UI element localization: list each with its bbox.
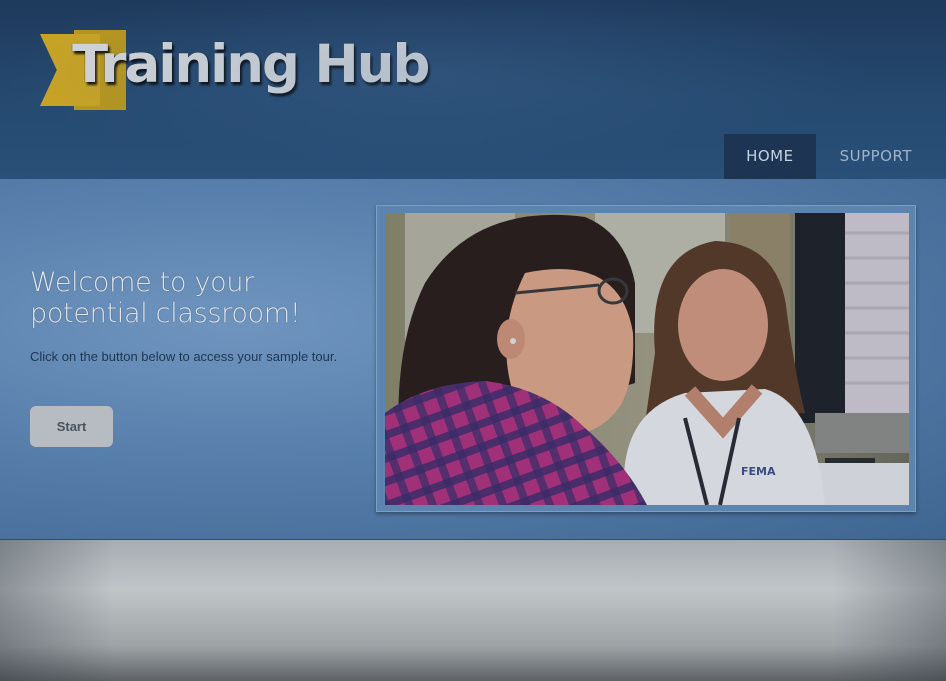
hero-title: Welcome to your potential classroom!	[30, 267, 301, 329]
main-nav: HOME SUPPORT	[724, 134, 936, 179]
hero-section: Welcome to your potential classroom! Cli…	[0, 179, 946, 540]
site-header: Training Hub HOME SUPPORT	[0, 0, 946, 179]
classroom-photo: FEMA	[385, 213, 909, 505]
training-hub-logo[interactable]: Training Hub	[40, 30, 430, 112]
page-footer	[0, 540, 946, 681]
logo-text: Training Hub	[72, 34, 430, 95]
nav-home[interactable]: HOME	[724, 134, 816, 179]
nav-support[interactable]: SUPPORT	[816, 134, 936, 179]
hero-description: Click on the button below to access your…	[30, 349, 338, 364]
start-button[interactable]: Start	[30, 406, 113, 447]
hero-photo-frame: FEMA	[376, 205, 916, 512]
